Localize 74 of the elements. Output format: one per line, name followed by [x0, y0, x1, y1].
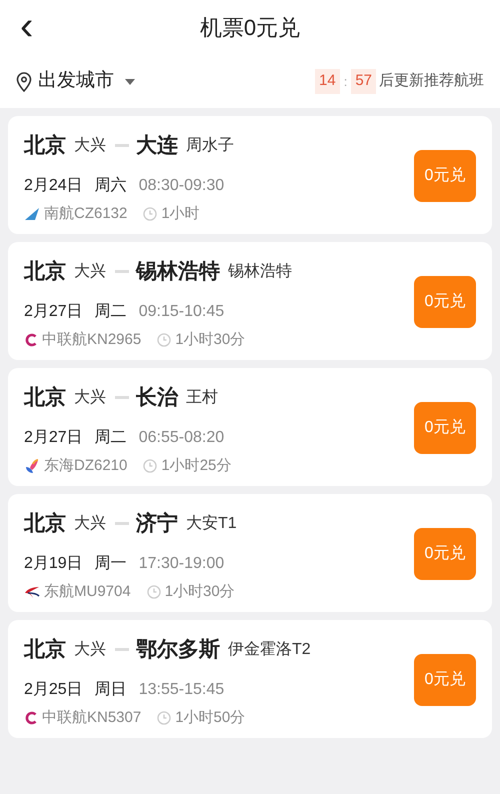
flight-weekday: 周日 [94, 680, 127, 698]
countdown-separator: : [344, 72, 348, 91]
origin-airport: 大兴 [74, 262, 106, 282]
redeem-button[interactable]: 0元兑 [414, 276, 476, 328]
flight-time: 08:30-09:30 [138, 176, 224, 194]
origin-airport: 大兴 [74, 388, 106, 408]
flight-weekday: 周二 [94, 302, 127, 320]
origin-airport: 大兴 [74, 514, 106, 534]
caret-icon [124, 78, 136, 86]
route-dash [115, 144, 129, 148]
destination-city: 济宁 [136, 510, 178, 537]
airline-logo-icon [24, 710, 38, 725]
location-pin-icon [16, 72, 32, 92]
destination-airport: 大安T1 [186, 514, 237, 534]
redeem-button[interactable]: 0元兑 [414, 654, 476, 706]
airline-logo-icon [24, 332, 38, 347]
destination-city: 长治 [136, 385, 178, 411]
flight-weekday: 周一 [94, 554, 127, 572]
flight-date: 2月19日 [24, 554, 83, 572]
destination-city: 大连 [136, 133, 178, 159]
route-dash [115, 648, 129, 652]
airline-logo-icon [24, 584, 40, 599]
flight-date: 2月27日 [24, 302, 83, 320]
airline-logo-icon [24, 206, 40, 221]
origin-city: 北京 [24, 384, 66, 411]
city-dropdown[interactable]: 出发城市 [16, 67, 136, 96]
clock-icon [146, 584, 161, 599]
flight-duration: 1小时 [161, 204, 200, 224]
destination-airport: 伊金霍洛T2 [228, 640, 311, 660]
flight-date: 2月25日 [24, 680, 83, 698]
redeem-button[interactable]: 0元兑 [414, 150, 476, 202]
countdown-seconds: 57 [351, 69, 376, 94]
flight-duration: 1小时30分 [164, 582, 235, 602]
flight-time: 17:30-19:00 [138, 554, 224, 572]
route-dash [115, 270, 129, 274]
airline-logo-icon [24, 458, 40, 474]
back-button[interactable]: ‹ [14, 8, 40, 44]
countdown-label: 后更新推荐航班 [379, 71, 484, 92]
flight-number: 中联航KN5307 [42, 708, 142, 728]
clock-icon [143, 458, 158, 473]
origin-city: 北京 [24, 636, 66, 663]
destination-airport: 王村 [186, 388, 218, 408]
flight-duration: 1小时30分 [175, 330, 246, 350]
origin-airport: 大兴 [74, 640, 106, 660]
flight-time: 13:55-15:45 [138, 680, 224, 698]
destination-city: 锡林浩特 [136, 259, 220, 285]
destination-city: 鄂尔多斯 [136, 637, 220, 663]
route-dash [115, 396, 129, 400]
flight-date: 2月24日 [24, 176, 83, 194]
page-title: 机票0元兑 [200, 15, 300, 40]
flight-number: 中联航KN2965 [42, 330, 142, 350]
clock-icon [143, 206, 158, 221]
clock-icon [157, 332, 172, 347]
route-dash [115, 522, 129, 526]
flight-weekday: 周二 [94, 428, 127, 446]
origin-city: 北京 [24, 132, 66, 159]
flight-number: 南航CZ6132 [44, 204, 128, 224]
redeem-button[interactable]: 0元兑 [414, 528, 476, 580]
destination-airport: 锡林浩特 [228, 262, 292, 282]
flight-number: 东航MU9704 [44, 582, 131, 602]
flight-number: 东海DZ6210 [44, 456, 128, 476]
origin-city: 北京 [24, 258, 66, 285]
origin-airport: 大兴 [74, 136, 106, 156]
flight-weekday: 周六 [94, 176, 127, 194]
redeem-button[interactable]: 0元兑 [414, 402, 476, 454]
flight-duration: 1小时25分 [161, 456, 232, 476]
flight-time: 09:15-10:45 [138, 302, 224, 320]
flight-time: 06:55-08:20 [138, 428, 224, 446]
flight-date: 2月27日 [24, 428, 83, 446]
clock-icon [157, 710, 172, 725]
countdown-minutes: 14 [315, 69, 340, 94]
origin-city: 北京 [24, 510, 66, 537]
destination-airport: 周水子 [186, 136, 234, 156]
flight-duration: 1小时50分 [175, 708, 246, 728]
